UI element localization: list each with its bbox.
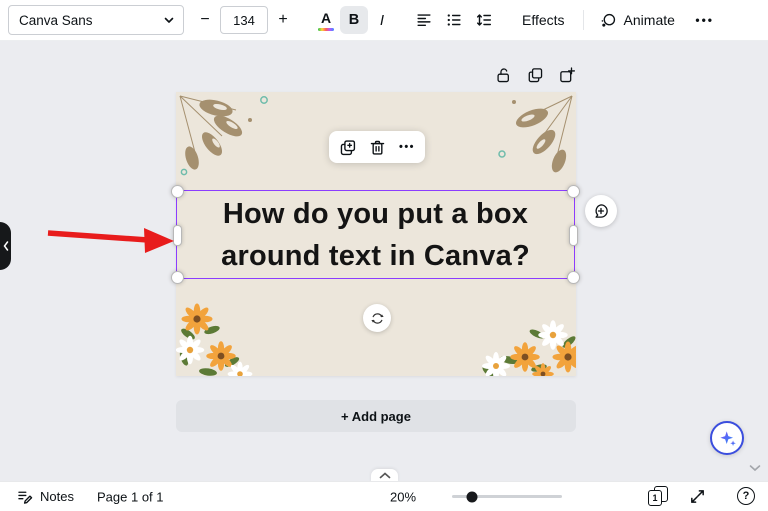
font-selector[interactable]: Canva Sans	[8, 5, 184, 35]
scroll-down-button[interactable]	[749, 464, 761, 472]
text-element[interactable]: How do you put a box around text in Canv…	[177, 191, 574, 278]
element-more-button[interactable]: •••	[393, 134, 421, 160]
duplicate-element-button[interactable]	[333, 134, 361, 160]
resize-handle-bottom-right[interactable]	[567, 271, 580, 284]
text-align-icon	[415, 11, 433, 29]
notes-button[interactable]: Notes	[16, 482, 74, 511]
lock-button[interactable]	[494, 66, 512, 84]
page-count-badge: 1	[648, 490, 662, 506]
add-page-icon-button[interactable]	[558, 66, 576, 84]
toolbar-divider	[583, 10, 584, 30]
font-size-increase-button[interactable]: +	[270, 6, 296, 34]
grid-view-button[interactable]: 1	[648, 486, 668, 506]
expand-icon	[689, 488, 706, 505]
help-button[interactable]: ?	[737, 487, 755, 505]
text-selection-box[interactable]: How do you put a box around text in Canv…	[176, 190, 575, 279]
resize-handle-bottom-left[interactable]	[171, 271, 184, 284]
editor-canvas[interactable]: ••• How do you put a box around text in …	[0, 40, 768, 482]
font-size-decrease-button[interactable]: −	[192, 6, 218, 34]
rotate-handle[interactable]	[363, 304, 391, 332]
zoom-slider[interactable]	[452, 495, 562, 498]
flower-decoration-bottom-right	[481, 320, 576, 376]
chevron-down-icon	[163, 14, 175, 26]
resize-handle-left[interactable]	[173, 225, 182, 246]
bullet-list-icon	[445, 11, 463, 29]
heading-line-1: How do you put a box	[223, 193, 528, 235]
font-size-input[interactable]	[220, 6, 268, 34]
magic-assistant-button[interactable]	[710, 421, 744, 455]
text-color-button[interactable]: A	[312, 6, 340, 34]
bold-button[interactable]: B	[340, 6, 368, 34]
flower-decoration-bottom-left	[176, 292, 256, 376]
text-color-letter: A	[321, 10, 331, 26]
floral-decoration-top-right	[456, 92, 576, 187]
question-mark: ?	[743, 490, 750, 502]
notes-icon	[16, 488, 33, 505]
rotate-icon	[370, 311, 385, 326]
duplicate-page-button[interactable]	[526, 66, 544, 84]
page-actions	[494, 66, 576, 84]
sparkle-icon	[718, 429, 737, 448]
spacing-button[interactable]	[470, 6, 498, 34]
bullet-list-button[interactable]	[440, 6, 468, 34]
animate-button[interactable]: Animate	[592, 6, 683, 34]
side-panel-toggle[interactable]	[0, 222, 11, 270]
heading-line-2: around text in Canva?	[221, 235, 530, 277]
text-color-rainbow-bar	[318, 28, 334, 31]
zoom-slider-knob[interactable]	[467, 491, 478, 502]
italic-button[interactable]: I	[368, 6, 396, 34]
animate-label: Animate	[624, 12, 675, 28]
canva-editor: Canva Sans − + A B I	[0, 0, 768, 511]
status-bar: Notes Page 1 of 1 20% 1 ?	[0, 481, 768, 511]
text-align-button[interactable]	[410, 6, 438, 34]
add-page-button[interactable]: + Add page	[176, 400, 576, 432]
add-page-icon	[558, 66, 576, 84]
chevron-down-small-icon	[749, 464, 761, 472]
duplicate-plus-icon	[338, 138, 357, 157]
line-spacing-icon	[475, 11, 493, 29]
trash-icon	[368, 138, 387, 157]
delete-element-button[interactable]	[363, 134, 391, 160]
animate-icon	[600, 12, 617, 29]
page-indicator: Page 1 of 1	[97, 489, 164, 504]
effects-button[interactable]: Effects	[512, 6, 575, 34]
element-floating-toolbar: •••	[329, 131, 425, 163]
font-selector-value: Canva Sans	[19, 13, 93, 28]
text-toolbar: Canva Sans − + A B I	[0, 0, 768, 41]
lock-icon	[494, 66, 512, 84]
zoom-level[interactable]: 20%	[390, 489, 416, 504]
toolbar-more-button[interactable]: •••	[689, 6, 720, 34]
notes-label: Notes	[40, 489, 74, 504]
floral-decoration-top-left	[176, 92, 316, 187]
resize-handle-right[interactable]	[569, 225, 578, 246]
add-comment-button[interactable]	[585, 195, 617, 227]
fullscreen-button[interactable]	[689, 488, 706, 505]
duplicate-icon	[526, 66, 544, 84]
chevron-up-icon	[379, 472, 391, 479]
red-pointer-arrow	[44, 224, 176, 258]
resize-handle-top-right[interactable]	[567, 185, 580, 198]
chevron-left-icon	[3, 241, 9, 251]
comment-plus-icon	[592, 202, 610, 220]
resize-handle-top-left[interactable]	[171, 185, 184, 198]
